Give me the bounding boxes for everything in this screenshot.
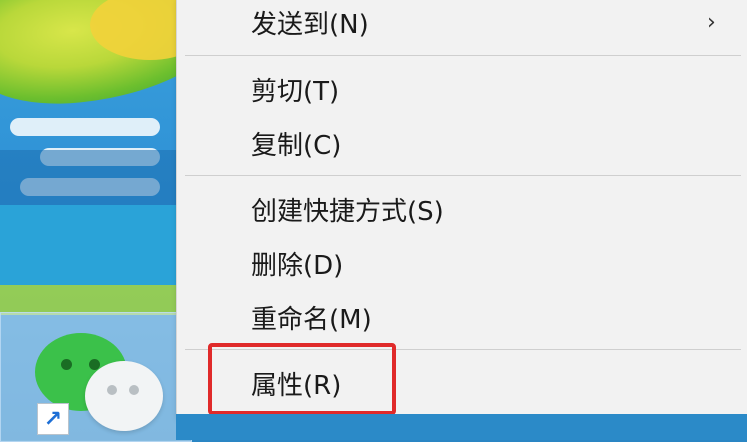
menu-item-label: 复制(C) bbox=[251, 130, 342, 161]
menu-item-label: 剪切(T) bbox=[251, 76, 340, 107]
menu-item-label: 删除(D) bbox=[251, 250, 344, 281]
desktop-icon-wechat[interactable]: ↗ bbox=[0, 312, 192, 442]
menu-separator bbox=[185, 55, 741, 56]
highlight-box bbox=[208, 343, 396, 415]
menu-item-cut[interactable]: 剪切(T) bbox=[177, 64, 747, 114]
menu-item-send-to[interactable]: 发送到(N) › bbox=[177, 0, 747, 47]
menu-item-label: 创建快捷方式(S) bbox=[251, 196, 444, 227]
menu-item-delete[interactable]: 删除(D) bbox=[177, 238, 747, 288]
wallpaper-cloud bbox=[10, 118, 160, 136]
menu-item-label: 发送到(N) bbox=[251, 9, 369, 40]
wallpaper-water bbox=[0, 205, 200, 285]
menu-separator bbox=[185, 175, 741, 176]
menu-item-rename[interactable]: 重命名(M) bbox=[177, 292, 747, 342]
chevron-right-icon: › bbox=[707, 9, 716, 35]
menu-item-create-shortcut[interactable]: 创建快捷方式(S) bbox=[177, 184, 747, 234]
shortcut-arrow-icon: ↗ bbox=[37, 403, 69, 435]
menu-item-label: 重命名(M) bbox=[251, 304, 372, 335]
desktop-background-strip bbox=[176, 414, 747, 440]
menu-item-copy[interactable]: 复制(C) bbox=[177, 118, 747, 168]
wechat-bubble-icon bbox=[85, 361, 163, 431]
